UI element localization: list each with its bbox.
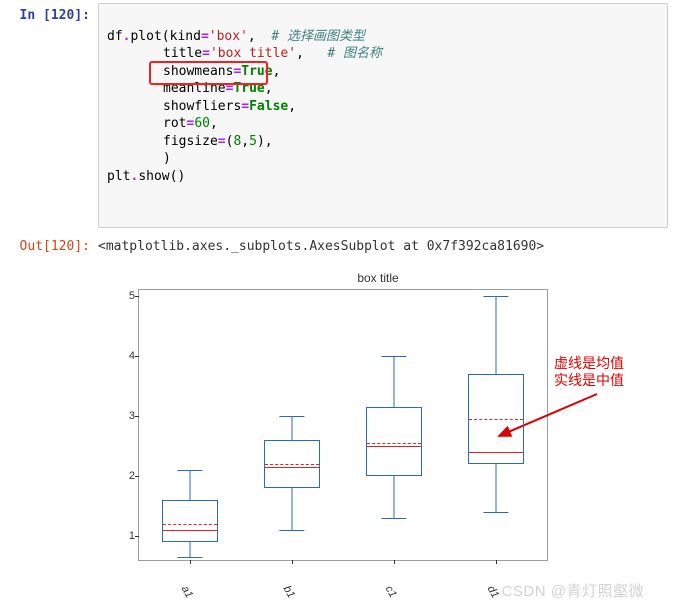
whisker-cap bbox=[279, 416, 304, 417]
plot-axes: 虚线是均值 实线是中值 12345a1b1c1d1 bbox=[138, 289, 548, 561]
whisker-cap bbox=[381, 518, 406, 519]
code-token: , bbox=[210, 116, 218, 131]
code-token: 'box title' bbox=[210, 46, 296, 61]
code-token: plot(kind bbox=[130, 29, 200, 44]
code-token: = bbox=[218, 134, 226, 149]
plot-output: box title 虚线是均值 实线是中值 12345a1b1c1d1 CSDN… bbox=[98, 263, 658, 609]
y-tick-label: 1 bbox=[117, 530, 135, 542]
code-token: = bbox=[201, 29, 209, 44]
code-comment: # 选择画图类型 bbox=[271, 29, 365, 44]
code-token: ), bbox=[257, 134, 273, 149]
code-token: show() bbox=[138, 169, 185, 184]
code-comment: # 图名称 bbox=[327, 46, 382, 61]
y-tick-label: 4 bbox=[117, 350, 135, 362]
y-tick-label: 3 bbox=[117, 410, 135, 422]
iqr-box bbox=[366, 407, 422, 476]
x-tick-mark bbox=[190, 560, 191, 564]
annotation-line1: 虚线是均值 bbox=[554, 355, 662, 373]
code-token: title bbox=[163, 46, 202, 61]
x-tick-mark bbox=[496, 560, 497, 564]
code-token: = bbox=[202, 46, 210, 61]
code-token: 5 bbox=[249, 134, 257, 149]
code-token: , bbox=[296, 46, 327, 61]
mean-line bbox=[163, 524, 217, 525]
whisker-line bbox=[190, 542, 191, 557]
y-tick-mark bbox=[135, 416, 139, 417]
whisker-cap bbox=[279, 530, 304, 531]
code-token: plt bbox=[107, 169, 130, 184]
median-line bbox=[163, 530, 217, 531]
whisker-cap bbox=[177, 470, 202, 471]
x-tick-mark bbox=[394, 560, 395, 564]
code-token: False bbox=[249, 99, 288, 114]
code-token: showfliers bbox=[163, 99, 241, 114]
whisker-cap bbox=[177, 557, 202, 558]
code-token: figsize bbox=[163, 134, 218, 149]
annotation-text: 虚线是均值 实线是中值 bbox=[554, 355, 662, 390]
code-editor[interactable]: df.plot(kind='box', # 选择画图类型 title='box … bbox=[98, 3, 668, 228]
code-token: = bbox=[241, 99, 249, 114]
iqr-box bbox=[162, 500, 218, 542]
whisker-cap bbox=[483, 512, 508, 513]
input-prompt: In [120]: bbox=[8, 3, 98, 228]
whisker-line bbox=[496, 464, 497, 512]
code-token: rot bbox=[163, 116, 186, 131]
plot-title: box title bbox=[98, 263, 658, 289]
code-token: 60 bbox=[194, 116, 210, 131]
y-tick-mark bbox=[135, 296, 139, 297]
median-line bbox=[367, 446, 421, 447]
y-tick-mark bbox=[135, 356, 139, 357]
whisker-line bbox=[190, 470, 191, 500]
code-token: 'box' bbox=[209, 29, 248, 44]
whisker-line bbox=[292, 488, 293, 530]
output-prompt: Out[120]: bbox=[8, 234, 98, 254]
mean-line bbox=[265, 464, 319, 465]
code-token: , bbox=[288, 99, 296, 114]
code-token: , bbox=[241, 134, 249, 149]
y-tick-label: 2 bbox=[117, 470, 135, 482]
x-tick-mark bbox=[292, 560, 293, 564]
code-token: , bbox=[273, 64, 281, 79]
code-token: ) bbox=[163, 151, 171, 166]
mean-line bbox=[469, 419, 523, 420]
code-token: True bbox=[241, 64, 272, 79]
code-token: showmeans bbox=[163, 64, 233, 79]
whisker-line bbox=[394, 476, 395, 518]
whisker-line bbox=[394, 356, 395, 407]
whisker-line bbox=[496, 296, 497, 374]
whisker-line bbox=[292, 416, 293, 440]
code-token: , bbox=[265, 81, 273, 96]
median-line bbox=[265, 467, 319, 468]
code-cell: In [120]: df.plot(kind='box', # 选择画图类型 t… bbox=[0, 0, 676, 231]
code-token: meanline bbox=[163, 81, 226, 96]
whisker-cap bbox=[483, 296, 508, 297]
y-tick-label: 5 bbox=[117, 290, 135, 302]
whisker-cap bbox=[381, 356, 406, 357]
y-tick-mark bbox=[135, 536, 139, 537]
code-token: df bbox=[107, 29, 123, 44]
median-line bbox=[469, 452, 523, 453]
code-token: , bbox=[248, 29, 271, 44]
output-text: <matplotlib.axes._subplots.AxesSubplot a… bbox=[98, 234, 668, 254]
mean-line bbox=[367, 443, 421, 444]
annotation-line2: 实线是中值 bbox=[554, 372, 662, 390]
output-cell: Out[120]: <matplotlib.axes._subplots.Axe… bbox=[0, 231, 676, 257]
y-tick-mark bbox=[135, 476, 139, 477]
code-token: True bbox=[233, 81, 264, 96]
